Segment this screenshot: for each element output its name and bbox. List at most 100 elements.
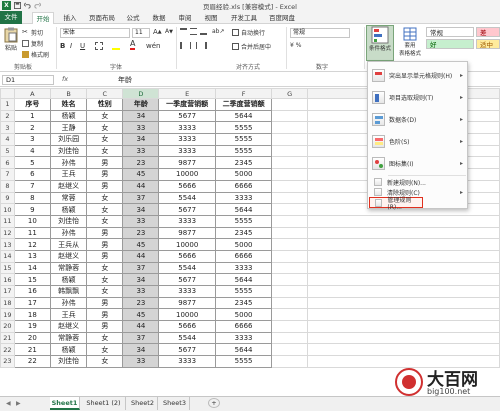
cell[interactable] xyxy=(307,226,500,240)
next-sheet-icon[interactable]: ▶ xyxy=(16,400,21,407)
cell[interactable]: 女 xyxy=(86,285,124,298)
cell[interactable]: 6666 xyxy=(214,320,273,333)
align-right-button[interactable] xyxy=(200,42,209,49)
cell[interactable]: 3333 xyxy=(214,331,273,345)
row-header[interactable]: 2 xyxy=(0,109,15,123)
conditional-formatting-button[interactable]: 条件格式 xyxy=(366,25,394,61)
cell[interactable]: 序号 xyxy=(13,98,51,111)
style-neutral[interactable]: 适中 xyxy=(476,39,500,49)
fx-icon[interactable]: fx xyxy=(62,75,68,83)
number-format-select[interactable]: 常规 xyxy=(290,28,350,38)
cell[interactable] xyxy=(307,308,500,322)
cell[interactable]: 杨颖 xyxy=(49,343,88,357)
cell[interactable]: 9877 xyxy=(158,226,216,240)
cell[interactable]: 杨颖 xyxy=(49,203,88,216)
cell[interactable]: 刘佳怡 xyxy=(49,214,88,228)
row-header[interactable]: 13 xyxy=(0,238,15,251)
cell[interactable]: 37 xyxy=(122,331,160,345)
cell[interactable]: 王静 xyxy=(49,121,88,135)
cell[interactable]: 9877 xyxy=(158,156,216,170)
column-header[interactable]: G xyxy=(271,88,309,99)
tab-data[interactable]: 数据 xyxy=(150,12,168,24)
cell[interactable]: 杨颖 xyxy=(49,109,88,123)
cell[interactable]: 2 xyxy=(13,121,51,135)
cell[interactable]: 性别 xyxy=(86,98,124,111)
cell[interactable]: 33 xyxy=(122,144,160,158)
cell[interactable]: 女 xyxy=(86,355,124,368)
cell[interactable] xyxy=(271,261,309,275)
cell[interactable]: 5677 xyxy=(158,343,216,357)
cell[interactable]: 赵继义 xyxy=(49,249,88,263)
column-header[interactable]: C xyxy=(86,88,124,99)
italic-button[interactable]: I xyxy=(70,42,72,50)
cell[interactable]: 赵继义 xyxy=(49,179,88,193)
cell[interactable]: 44 xyxy=(122,320,160,333)
cell[interactable] xyxy=(307,273,500,286)
cell[interactable]: 姓名 xyxy=(49,98,88,111)
cell[interactable]: 王兵从 xyxy=(49,238,88,251)
name-box[interactable]: D1 xyxy=(2,75,54,85)
grow-font-button[interactable]: A ▲ xyxy=(153,28,162,36)
cell[interactable]: 5000 xyxy=(214,168,273,181)
row-header[interactable]: 11 xyxy=(0,214,15,228)
cell[interactable]: 3333 xyxy=(158,285,216,298)
cell[interactable] xyxy=(271,273,309,286)
row-header[interactable]: 21 xyxy=(0,331,15,345)
tab-insert[interactable]: 插入 xyxy=(60,12,80,24)
cell[interactable]: 刘佳怡 xyxy=(49,144,88,158)
cell[interactable]: 男 xyxy=(86,168,124,181)
cell[interactable]: 10000 xyxy=(158,238,216,251)
font-name-select[interactable]: 宋体 xyxy=(60,28,130,38)
cell[interactable]: 王兵 xyxy=(49,308,88,322)
tab-baidu-netdisk[interactable]: 百度网盘 xyxy=(266,12,298,24)
cell[interactable]: 刘乐园 xyxy=(49,133,88,146)
row-header[interactable]: 16 xyxy=(0,273,15,286)
row-header[interactable]: 9 xyxy=(0,191,15,205)
border-button[interactable] xyxy=(95,42,105,50)
bold-button[interactable]: B xyxy=(60,42,65,50)
cell[interactable]: 23 xyxy=(122,226,160,240)
style-normal[interactable]: 常规 xyxy=(426,27,474,37)
cell[interactable] xyxy=(271,249,309,263)
column-header[interactable]: D xyxy=(122,88,160,99)
cell[interactable]: 6666 xyxy=(214,249,273,263)
sheet-tab-sheet1[interactable]: Sheet1 xyxy=(50,397,80,410)
cell[interactable] xyxy=(307,296,500,310)
cell[interactable]: 二季度营销额 xyxy=(214,98,273,111)
cell[interactable]: 22 xyxy=(13,355,51,368)
cell[interactable]: 9877 xyxy=(158,296,216,310)
cell[interactable]: 2345 xyxy=(214,296,273,310)
cell[interactable] xyxy=(307,238,500,251)
cell[interactable]: 5644 xyxy=(214,109,273,123)
cell[interactable]: 5677 xyxy=(158,273,216,286)
cell[interactable]: 21 xyxy=(13,343,51,357)
row-header[interactable]: 3 xyxy=(0,121,15,135)
cell[interactable]: 赵继义 xyxy=(49,320,88,333)
cell[interactable]: 5544 xyxy=(158,261,216,275)
format-as-table-button[interactable]: 套用 表格格式 xyxy=(398,27,422,57)
cell[interactable]: 5677 xyxy=(158,203,216,216)
cell[interactable]: 34 xyxy=(122,343,160,357)
cell[interactable] xyxy=(271,203,309,216)
cell[interactable] xyxy=(271,121,309,135)
cell[interactable] xyxy=(271,98,309,111)
cell[interactable]: 8 xyxy=(13,191,51,205)
currency-button[interactable]: ¥ % xyxy=(290,42,301,49)
fill-color-button[interactable] xyxy=(112,42,122,50)
cell[interactable]: 3333 xyxy=(158,214,216,228)
paste-button[interactable]: 粘贴 xyxy=(3,27,19,52)
cell[interactable]: 16 xyxy=(13,285,51,298)
cell[interactable] xyxy=(271,133,309,146)
cell[interactable]: 5555 xyxy=(214,121,273,135)
cell[interactable]: 女 xyxy=(86,109,124,123)
cell[interactable]: 17 xyxy=(13,296,51,310)
cell[interactable]: 男 xyxy=(86,156,124,170)
cell[interactable]: 12 xyxy=(13,238,51,251)
cell[interactable]: 5555 xyxy=(214,133,273,146)
cell[interactable] xyxy=(271,355,309,368)
cell[interactable]: 男 xyxy=(86,226,124,240)
cell[interactable]: 5666 xyxy=(158,320,216,333)
row-header[interactable]: 4 xyxy=(0,133,15,146)
format-painter-button[interactable]: 格式刷 xyxy=(22,50,49,59)
cell[interactable]: 女 xyxy=(86,191,124,205)
